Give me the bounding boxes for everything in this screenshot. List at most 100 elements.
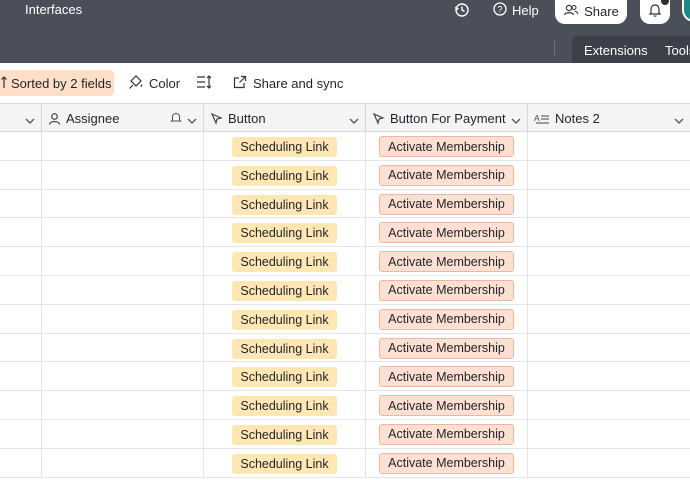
- button-cell[interactable]: Scheduling Link: [204, 419, 366, 448]
- column-header-button[interactable]: Button: [204, 104, 366, 132]
- scheduling-link-button[interactable]: Scheduling Link: [232, 194, 337, 215]
- notes-2-cell[interactable]: [528, 132, 690, 160]
- grid-cell[interactable]: [0, 132, 42, 160]
- bell-icon[interactable]: [170, 111, 182, 127]
- sort-button[interactable]: Sorted by 2 fields: [0, 70, 114, 96]
- notes-2-cell[interactable]: [528, 218, 690, 246]
- notes-2-cell[interactable]: [528, 305, 690, 333]
- payment-button-cell[interactable]: Activate Membership: [366, 132, 528, 160]
- column-header-button-for-payment[interactable]: Button For Payment: [366, 104, 528, 132]
- tools-button[interactable]: Tools: [665, 43, 690, 58]
- payment-button-cell[interactable]: Activate Membership: [366, 419, 528, 448]
- scheduling-link-button[interactable]: Scheduling Link: [232, 252, 337, 273]
- payment-button-cell[interactable]: Activate Membership: [366, 391, 528, 419]
- column-header-previous[interactable]: [0, 104, 42, 132]
- history-icon[interactable]: [454, 2, 470, 18]
- grid-cell[interactable]: [0, 160, 42, 189]
- chevron-down-icon[interactable]: [349, 113, 359, 128]
- button-cell[interactable]: Scheduling Link: [204, 160, 366, 189]
- assignee-cell[interactable]: [42, 218, 204, 247]
- payment-button-cell[interactable]: Activate Membership: [366, 218, 528, 247]
- payment-button-cell[interactable]: Activate Membership: [366, 247, 528, 275]
- scheduling-link-button[interactable]: Scheduling Link: [232, 309, 337, 330]
- grid-cell[interactable]: [0, 419, 42, 448]
- notes-2-cell[interactable]: [528, 161, 690, 189]
- help-button[interactable]: ? Help: [493, 1, 539, 19]
- grid-cell[interactable]: [0, 448, 42, 477]
- button-cell[interactable]: Scheduling Link: [204, 218, 366, 247]
- activate-membership-button[interactable]: Activate Membership: [379, 164, 514, 186]
- notes-2-cell[interactable]: [528, 334, 690, 362]
- table-row[interactable]: Scheduling Link Activate Membership: [0, 275, 690, 305]
- grid-cell[interactable]: [0, 247, 42, 275]
- row-height-icon[interactable]: [196, 74, 212, 90]
- activate-membership-button[interactable]: Activate Membership: [379, 222, 514, 244]
- scheduling-link-button[interactable]: Scheduling Link: [232, 338, 337, 359]
- table-row[interactable]: Scheduling Link Activate Membership: [0, 160, 690, 190]
- assignee-cell[interactable]: [42, 275, 204, 304]
- payment-button-cell[interactable]: Activate Membership: [366, 304, 528, 333]
- table-row[interactable]: Scheduling Link Activate Membership: [0, 304, 690, 334]
- button-cell[interactable]: Scheduling Link: [204, 304, 366, 333]
- notes-2-cell[interactable]: [528, 190, 690, 218]
- activate-membership-button[interactable]: Activate Membership: [379, 251, 514, 273]
- activate-membership-button[interactable]: Activate Membership: [379, 279, 514, 301]
- avatar[interactable]: [682, 0, 690, 22]
- payment-button-cell[interactable]: Activate Membership: [366, 448, 528, 477]
- share-sync-button[interactable]: Share and sync: [233, 70, 343, 96]
- assignee-cell[interactable]: [42, 132, 204, 160]
- notes-2-cell[interactable]: [528, 391, 690, 419]
- extensions-button[interactable]: Extensions: [584, 43, 648, 58]
- scheduling-link-button[interactable]: Scheduling Link: [232, 367, 337, 388]
- assignee-cell[interactable]: [42, 333, 204, 362]
- payment-button-cell[interactable]: Activate Membership: [366, 189, 528, 218]
- button-cell[interactable]: Scheduling Link: [204, 275, 366, 304]
- chevron-down-icon[interactable]: [674, 113, 684, 128]
- button-cell[interactable]: Scheduling Link: [204, 448, 366, 477]
- grid-cell[interactable]: [0, 218, 42, 247]
- table-row[interactable]: Scheduling Link Activate Membership: [0, 448, 690, 478]
- scheduling-link-button[interactable]: Scheduling Link: [232, 424, 337, 445]
- notes-2-cell[interactable]: [528, 449, 690, 477]
- table-row[interactable]: Scheduling Link Activate Membership: [0, 362, 690, 392]
- assignee-cell[interactable]: [42, 419, 204, 448]
- notes-2-cell[interactable]: [528, 276, 690, 304]
- chevron-down-icon[interactable]: [187, 113, 197, 128]
- assignee-cell[interactable]: [42, 448, 204, 477]
- activate-membership-button[interactable]: Activate Membership: [379, 136, 514, 157]
- button-cell[interactable]: Scheduling Link: [204, 189, 366, 218]
- scheduling-link-button[interactable]: Scheduling Link: [232, 453, 337, 474]
- grid-cell[interactable]: [0, 275, 42, 304]
- scheduling-link-button[interactable]: Scheduling Link: [232, 396, 337, 417]
- activate-membership-button[interactable]: Activate Membership: [379, 308, 514, 330]
- assignee-cell[interactable]: [42, 247, 204, 275]
- scheduling-link-button[interactable]: Scheduling Link: [232, 280, 337, 301]
- scheduling-link-button[interactable]: Scheduling Link: [232, 223, 337, 244]
- table-row[interactable]: Scheduling Link Activate Membership: [0, 333, 690, 363]
- assignee-cell[interactable]: [42, 189, 204, 218]
- activate-membership-button[interactable]: Activate Membership: [379, 423, 514, 445]
- notes-2-cell[interactable]: [528, 247, 690, 275]
- payment-button-cell[interactable]: Activate Membership: [366, 160, 528, 189]
- grid-cell[interactable]: [0, 189, 42, 218]
- button-cell[interactable]: Scheduling Link: [204, 132, 366, 160]
- assignee-cell[interactable]: [42, 160, 204, 189]
- column-header-assignee[interactable]: Assignee: [42, 104, 204, 132]
- table-row[interactable]: Scheduling Link Activate Membership: [0, 218, 690, 248]
- notes-2-cell[interactable]: [528, 362, 690, 390]
- assignee-cell[interactable]: [42, 362, 204, 391]
- column-header-notes-2[interactable]: A Notes 2: [528, 104, 690, 132]
- table-row[interactable]: Scheduling Link Activate Membership: [0, 189, 690, 219]
- table-row[interactable]: Scheduling Link Activate Membership: [0, 419, 690, 449]
- grid-cell[interactable]: [0, 304, 42, 333]
- grid-cell[interactable]: [0, 333, 42, 362]
- button-cell[interactable]: Scheduling Link: [204, 333, 366, 362]
- payment-button-cell[interactable]: Activate Membership: [366, 333, 528, 362]
- assignee-cell[interactable]: [42, 391, 204, 419]
- activate-membership-button[interactable]: Activate Membership: [379, 366, 514, 388]
- activate-membership-button[interactable]: Activate Membership: [379, 193, 514, 215]
- chevron-down-icon[interactable]: [25, 113, 35, 128]
- button-cell[interactable]: Scheduling Link: [204, 247, 366, 275]
- chevron-down-icon[interactable]: [511, 113, 521, 128]
- button-cell[interactable]: Scheduling Link: [204, 362, 366, 391]
